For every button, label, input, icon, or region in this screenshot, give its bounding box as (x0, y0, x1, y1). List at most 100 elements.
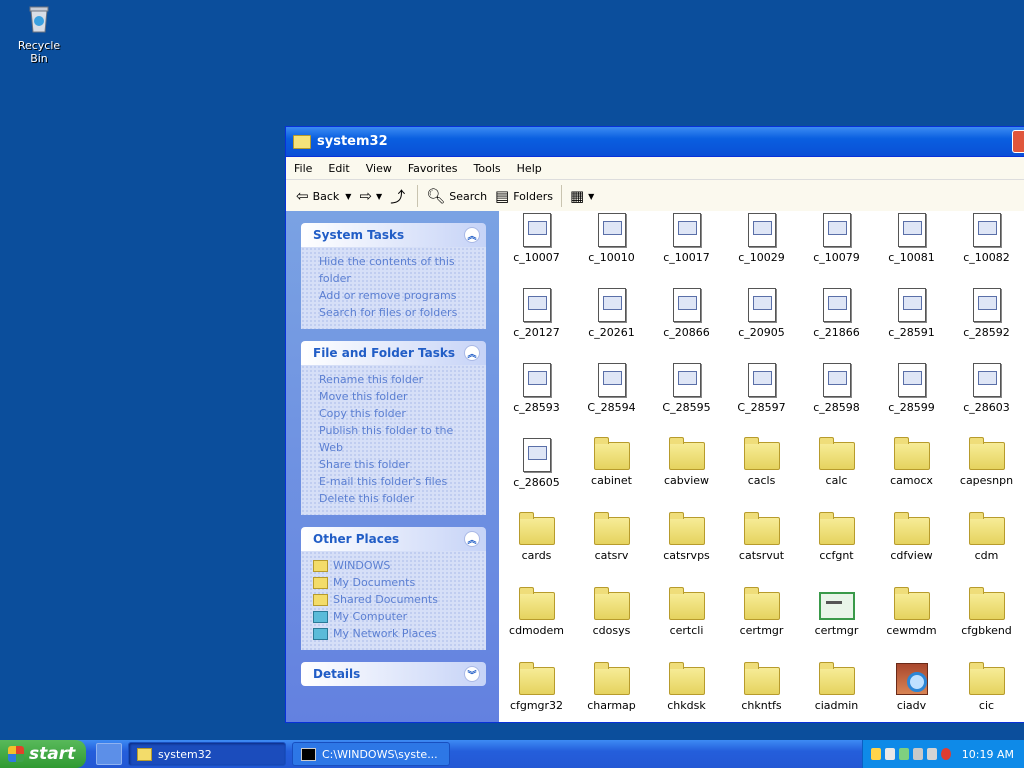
file-item[interactable]: certmgr (799, 582, 874, 657)
menu-file[interactable]: File (286, 162, 320, 175)
task-delete-folder[interactable]: Delete this folder (319, 490, 478, 507)
file-item[interactable]: chkdsk (649, 657, 724, 722)
file-item[interactable]: certmgr (724, 582, 799, 657)
task-search-files[interactable]: Search for files or folders (319, 304, 478, 321)
place-windows[interactable]: WINDOWS (313, 557, 478, 574)
file-item[interactable]: charmap (574, 657, 649, 722)
details-header[interactable]: Details ︾ (301, 662, 486, 686)
taskbar-item-cmd[interactable]: C:\WINDOWS\syste... (292, 742, 450, 766)
file-item[interactable]: calc (799, 432, 874, 507)
file-item[interactable]: c_20127 (499, 282, 574, 357)
menu-view[interactable]: View (358, 162, 400, 175)
place-my-network-places[interactable]: My Network Places (313, 625, 478, 642)
file-folder-tasks-header[interactable]: File and Folder Tasks ︽ (301, 341, 486, 365)
file-item[interactable]: cewmdm (874, 582, 949, 657)
file-item[interactable]: c_28592 (949, 282, 1024, 357)
file-item[interactable]: cic (949, 657, 1024, 722)
file-item[interactable]: C_28594 (574, 357, 649, 432)
task-publish-folder[interactable]: Publish this folder to the Web (319, 422, 478, 456)
close-button[interactable] (1012, 130, 1024, 153)
other-places-header[interactable]: Other Places ︽ (301, 527, 486, 551)
recycle-bin-shortcut[interactable]: Recycle Bin (8, 2, 70, 65)
file-item[interactable]: cdm (949, 507, 1024, 582)
chevron-down-icon[interactable]: ▼ (588, 192, 594, 201)
task-copy-folder[interactable]: Copy this folder (319, 405, 478, 422)
file-item[interactable]: cards (499, 507, 574, 582)
title-bar[interactable]: system32 (286, 127, 1024, 157)
file-item[interactable]: c_21866 (799, 282, 874, 357)
menu-edit[interactable]: Edit (320, 162, 357, 175)
task-hide-contents[interactable]: Hide the contents of this folder (319, 253, 478, 287)
security-alert-icon[interactable] (941, 748, 951, 760)
file-item[interactable]: cabinet (574, 432, 649, 507)
file-item[interactable]: cdosys (574, 582, 649, 657)
system-tasks-header[interactable]: System Tasks ︽ (301, 223, 486, 247)
file-item[interactable]: camocx (874, 432, 949, 507)
volume-icon[interactable] (885, 748, 895, 760)
file-item[interactable]: catsrvps (649, 507, 724, 582)
forward-button[interactable]: ⇨ ▼ (359, 187, 382, 205)
file-item[interactable]: cabview (649, 432, 724, 507)
file-item[interactable]: c_10007 (499, 211, 574, 282)
file-item[interactable]: C_28595 (649, 357, 724, 432)
chevron-down-icon[interactable]: ▼ (376, 192, 382, 201)
collapse-icon[interactable]: ︽ (464, 345, 480, 361)
taskbar-item-system32[interactable]: system32 (128, 742, 286, 766)
file-item[interactable]: c_10010 (574, 211, 649, 282)
file-item[interactable]: c_28593 (499, 357, 574, 432)
file-item[interactable]: c_20261 (574, 282, 649, 357)
back-button[interactable]: ⇦ Back ▼ (296, 187, 351, 205)
file-item[interactable]: c_10081 (874, 211, 949, 282)
file-item[interactable]: ccfgnt (799, 507, 874, 582)
file-item[interactable]: ciadmin (799, 657, 874, 722)
file-item[interactable]: catsrvut (724, 507, 799, 582)
folders-button[interactable]: ▤ Folders (495, 187, 553, 205)
expand-icon[interactable]: ︾ (464, 666, 480, 682)
task-move-folder[interactable]: Move this folder (319, 388, 478, 405)
collapse-icon[interactable]: ︽ (464, 531, 480, 547)
file-item[interactable]: c_10029 (724, 211, 799, 282)
task-email-files[interactable]: E-mail this folder's files (319, 473, 478, 490)
file-item[interactable]: cfgbkend (949, 582, 1024, 657)
file-item[interactable]: c_10079 (799, 211, 874, 282)
task-rename-folder[interactable]: Rename this folder (319, 371, 478, 388)
file-item[interactable]: cdfview (874, 507, 949, 582)
search-button[interactable]: 🔍︎ Search (426, 187, 487, 205)
tray-settings-icon[interactable] (927, 748, 937, 760)
file-item[interactable]: chkntfs (724, 657, 799, 722)
menu-tools[interactable]: Tools (466, 162, 509, 175)
file-item[interactable]: catsrv (574, 507, 649, 582)
quick-launch-icon[interactable] (96, 743, 122, 765)
menu-help[interactable]: Help (509, 162, 550, 175)
file-item[interactable]: c_20866 (649, 282, 724, 357)
file-item[interactable]: c_28598 (799, 357, 874, 432)
task-share-folder[interactable]: Share this folder (319, 456, 478, 473)
file-item[interactable]: cdmodem (499, 582, 574, 657)
network-icon[interactable] (899, 748, 909, 760)
views-button[interactable]: ▦ ▼ (570, 187, 594, 205)
file-item[interactable]: capesnpn (949, 432, 1024, 507)
tray-app-icon[interactable] (913, 748, 923, 760)
file-item[interactable]: ciadv (874, 657, 949, 722)
file-item[interactable]: certcli (649, 582, 724, 657)
task-add-remove-programs[interactable]: Add or remove programs (319, 287, 478, 304)
collapse-icon[interactable]: ︽ (464, 227, 480, 243)
file-item[interactable]: C_28597 (724, 357, 799, 432)
file-item[interactable]: c_28605 (499, 432, 574, 507)
tray-user-icon[interactable] (871, 748, 881, 760)
file-item[interactable]: c_28591 (874, 282, 949, 357)
file-item[interactable]: c_28599 (874, 357, 949, 432)
file-item[interactable]: c_10082 (949, 211, 1024, 282)
chevron-down-icon[interactable]: ▼ (345, 192, 351, 201)
file-item[interactable]: cacls (724, 432, 799, 507)
start-button[interactable]: start (0, 740, 86, 768)
file-item[interactable]: cfgmgr32 (499, 657, 574, 722)
file-item[interactable]: c_20905 (724, 282, 799, 357)
place-shared-documents[interactable]: Shared Documents (313, 591, 478, 608)
file-item[interactable]: c_10017 (649, 211, 724, 282)
file-item[interactable]: c_28603 (949, 357, 1024, 432)
place-my-computer[interactable]: My Computer (313, 608, 478, 625)
menu-favorites[interactable]: Favorites (400, 162, 466, 175)
up-folder-button[interactable]: ⤴ (390, 186, 409, 207)
place-my-documents[interactable]: My Documents (313, 574, 478, 591)
